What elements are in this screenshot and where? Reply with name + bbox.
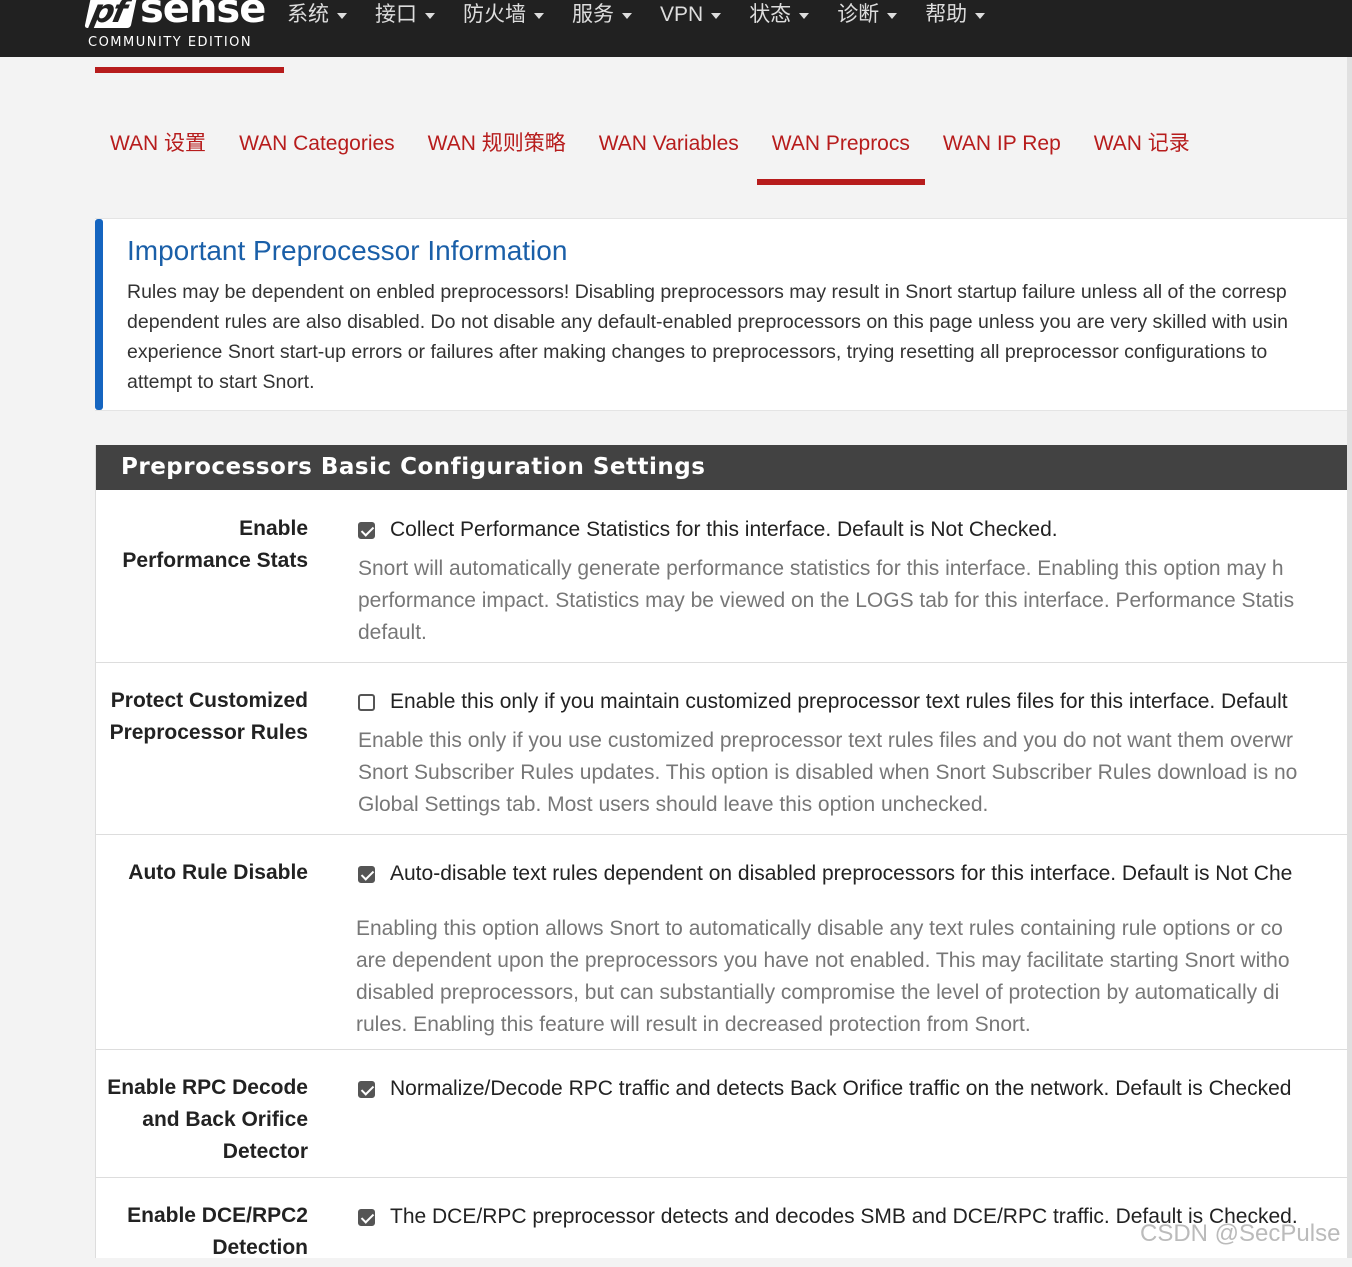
info-callout: Important Preprocessor Information Rules…	[95, 218, 1352, 411]
settings-panel: Preprocessors Basic Configuration Settin…	[95, 445, 1352, 1259]
nav-diagnostics[interactable]: 诊断	[837, 0, 898, 30]
nav-system[interactable]: 系统	[287, 0, 347, 30]
tab-wan-ip-rep[interactable]: WAN IP Rep	[928, 110, 1076, 185]
help-text: Enabling this option allows Snort to aut…	[356, 917, 1290, 1036]
nav-interfaces[interactable]: 接口	[375, 0, 435, 30]
nav-vpn[interactable]: VPN	[660, 0, 722, 30]
nav-help[interactable]: 帮助	[925, 0, 986, 30]
checkbox-label: Auto-disable text rules dependent on dis…	[390, 862, 1293, 885]
interface-tabs: WAN 设置 WAN Categories WAN 规则策略 WAN Varia…	[95, 110, 1208, 185]
chevron-down-icon	[887, 13, 898, 19]
chevron-down-icon	[622, 13, 632, 19]
watermark: CSDN @SecPulse	[1140, 1220, 1341, 1247]
logo-word: sense	[140, 0, 266, 32]
parent-tab-indicator	[95, 67, 284, 73]
page-edge	[1347, 57, 1352, 1258]
row-label: Auto Rule Disable	[128, 861, 308, 884]
panel-title: Preprocessors Basic Configuration Settin…	[96, 445, 1352, 490]
tab-wan-categories[interactable]: WAN Categories	[224, 110, 410, 185]
callout-title: Important Preprocessor Information	[127, 235, 568, 266]
chevron-down-icon	[711, 13, 722, 19]
pfsense-logo[interactable]: pf sense COMMUNITY EDITION	[84, 0, 266, 54]
nav-firewall[interactable]: 防火墙	[463, 0, 544, 30]
top-navbar: pf sense COMMUNITY EDITION 系统 接口 防火墙 服务 …	[0, 0, 1352, 57]
protect-customized-checkbox[interactable]	[358, 694, 375, 711]
tab-wan-variables[interactable]: WAN Variables	[584, 110, 754, 185]
help-text: Enable this only if you use customized p…	[358, 729, 1298, 816]
chevron-down-icon	[975, 13, 986, 19]
row-performance-stats: Enable Performance Stats Collect Perform…	[96, 490, 1352, 663]
tab-wan-logs[interactable]: WAN 记录	[1079, 110, 1205, 185]
row-protect-customized: Protect Customized Preprocessor Rules En…	[96, 662, 1352, 835]
row-label: Protect Customized Preprocessor Rules	[109, 689, 308, 744]
auto-rule-disable-checkbox[interactable]	[358, 866, 375, 883]
tab-wan-preprocs[interactable]: WAN Preprocs	[756, 110, 925, 185]
main-menu: 系统 接口 防火墙 服务 VPN 状态 诊断 帮助	[287, 0, 1013, 30]
nav-services[interactable]: 服务	[572, 0, 632, 30]
edition-label: COMMUNITY EDITION	[88, 35, 253, 50]
checkbox-label: Normalize/Decode RPC traffic and detects…	[390, 1077, 1292, 1100]
chevron-down-icon	[425, 13, 435, 19]
dce-rpc2-checkbox[interactable]	[358, 1209, 375, 1226]
checkbox-label: Collect Performance Statistics for this …	[390, 518, 1058, 541]
nav-status[interactable]: 状态	[749, 0, 810, 30]
chevron-down-icon	[534, 13, 544, 19]
callout-text: Rules may be dependent on enbled preproc…	[127, 281, 1288, 393]
performance-stats-checkbox[interactable]	[358, 522, 375, 539]
row-auto-rule-disable: Auto Rule Disable Auto-disable text rule…	[96, 834, 1352, 1050]
row-rpc-decode: Enable RPC Decode and Back Orifice Detec…	[96, 1049, 1352, 1178]
row-label: Enable DCE/RPC2 Detection	[127, 1204, 308, 1259]
tab-wan-settings[interactable]: WAN 设置	[95, 110, 221, 185]
row-label: Enable RPC Decode and Back Orifice Detec…	[107, 1076, 308, 1163]
chevron-down-icon	[337, 13, 347, 19]
checkbox-label: Enable this only if you maintain customi…	[390, 690, 1288, 713]
help-text: Snort will automatically generate perfor…	[358, 557, 1295, 644]
rpc-decode-checkbox[interactable]	[358, 1081, 375, 1098]
row-label: Enable Performance Stats	[122, 517, 308, 572]
logo-mark: pf	[84, 0, 138, 30]
tab-wan-rules[interactable]: WAN 规则策略	[413, 110, 581, 185]
chevron-down-icon	[799, 13, 810, 19]
